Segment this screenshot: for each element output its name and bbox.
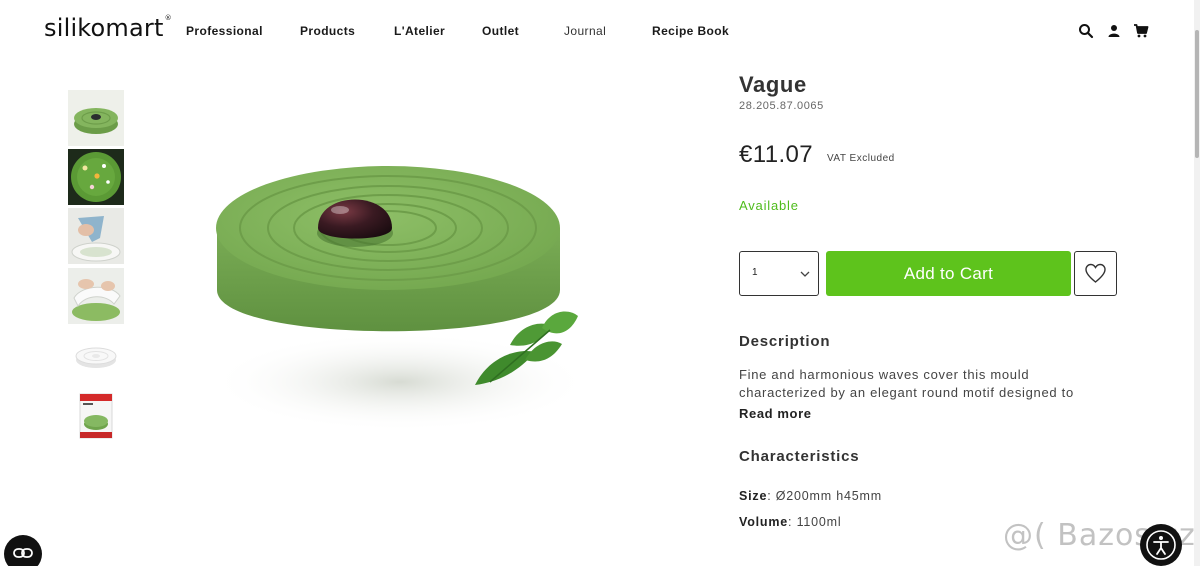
product-sku: 28.205.87.0065: [739, 100, 824, 112]
read-more-link[interactable]: Read more: [739, 406, 812, 421]
vat-note: VAT Excluded: [827, 153, 895, 164]
thumbnail-unmolding[interactable]: [68, 268, 124, 324]
cart-icon[interactable]: [1133, 23, 1149, 39]
chevron-down-icon: [800, 271, 810, 277]
nav-recipe-book[interactable]: Recipe Book: [652, 24, 729, 38]
nav-journal[interactable]: Journal: [564, 24, 606, 38]
thumbnail-product-box[interactable]: [68, 388, 124, 444]
cookie-preferences-button[interactable]: [4, 535, 42, 566]
scrollbar-thumb[interactable]: [1195, 30, 1199, 158]
thumbnail-piping[interactable]: [68, 208, 124, 264]
main-product-image: [190, 120, 630, 500]
nav-professional[interactable]: Professional: [186, 24, 263, 38]
description-text: Fine and harmonious waves cover this mou…: [739, 367, 1074, 400]
thumbnail-white-mould[interactable]: [68, 328, 124, 384]
add-to-cart-button[interactable]: Add to Cart: [826, 251, 1071, 296]
accessibility-icon: [1146, 530, 1176, 560]
nav-products[interactable]: Products: [300, 24, 355, 38]
site-header: silikomart® Professional Products L'Atel…: [0, 0, 1200, 62]
search-icon[interactable]: [1078, 23, 1094, 39]
wishlist-button[interactable]: [1074, 251, 1117, 296]
link-icon: [13, 548, 33, 558]
characteristics-heading: Characteristics: [739, 448, 860, 465]
nav-outlet[interactable]: Outlet: [482, 24, 519, 38]
quantity-select[interactable]: 1: [739, 251, 819, 296]
characteristic-volume: Volume: 1100ml: [739, 515, 842, 529]
product-title: Vague: [739, 72, 807, 97]
product-price: €11.07: [739, 141, 814, 168]
page-scrollbar[interactable]: [1194, 0, 1200, 566]
description-heading: Description: [739, 333, 831, 350]
account-icon[interactable]: [1106, 23, 1122, 39]
availability-status: Available: [739, 198, 799, 213]
nav-latelier[interactable]: L'Atelier: [394, 24, 445, 38]
quantity-value: 1: [752, 267, 758, 278]
characteristic-size: Size: Ø200mm h45mm: [739, 489, 882, 503]
thumbnail-mould-top-view[interactable]: [68, 90, 124, 146]
logo[interactable]: silikomart®: [44, 14, 172, 42]
heart-icon: [1085, 263, 1106, 283]
accessibility-button[interactable]: [1140, 524, 1182, 566]
thumbnail-decorated-cake[interactable]: [68, 149, 124, 205]
